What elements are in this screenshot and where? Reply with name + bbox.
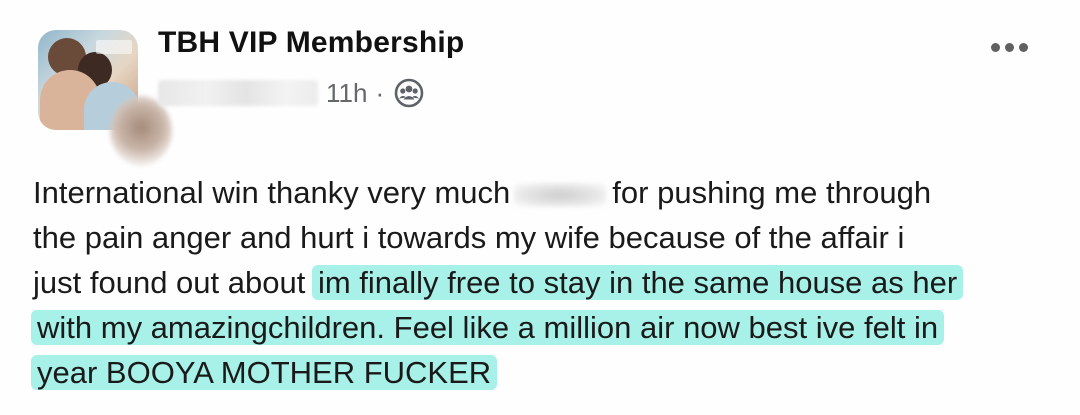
redacted-author-name [158, 80, 318, 106]
group-icon[interactable] [394, 78, 424, 108]
more-options-icon[interactable] [984, 30, 1034, 64]
post-timestamp[interactable]: 11h [326, 78, 367, 109]
post-text-line: International win thanky very much for pu… [33, 175, 932, 210]
post-text-line: with my amazingchildren. Feel like a mil… [31, 305, 1053, 350]
post-text-line: just found out about im finally free to … [33, 260, 1053, 305]
meta-separator: · [375, 77, 385, 108]
post-text: International win thanky very much for pu… [31, 170, 1053, 395]
post-text-line: year BOOYA MOTHER FUCKER [31, 350, 1053, 395]
post-meta: 11h · [158, 76, 424, 110]
page-name-link[interactable]: TBH VIP Membership [158, 26, 464, 60]
highlighted-text: year BOOYA MOTHER FUCKER [31, 355, 498, 390]
highlighted-text: im finally free to stay in the same hous… [311, 265, 964, 300]
post-text-line: the pain anger and hurt i towards my wif… [33, 220, 905, 255]
highlighted-text: with my amazingchildren. Feel like a mil… [31, 310, 945, 345]
facebook-post: TBH VIP Membership 11h · International w… [0, 0, 1080, 415]
page-avatar[interactable] [38, 30, 172, 166]
redacted-mention [514, 182, 607, 207]
